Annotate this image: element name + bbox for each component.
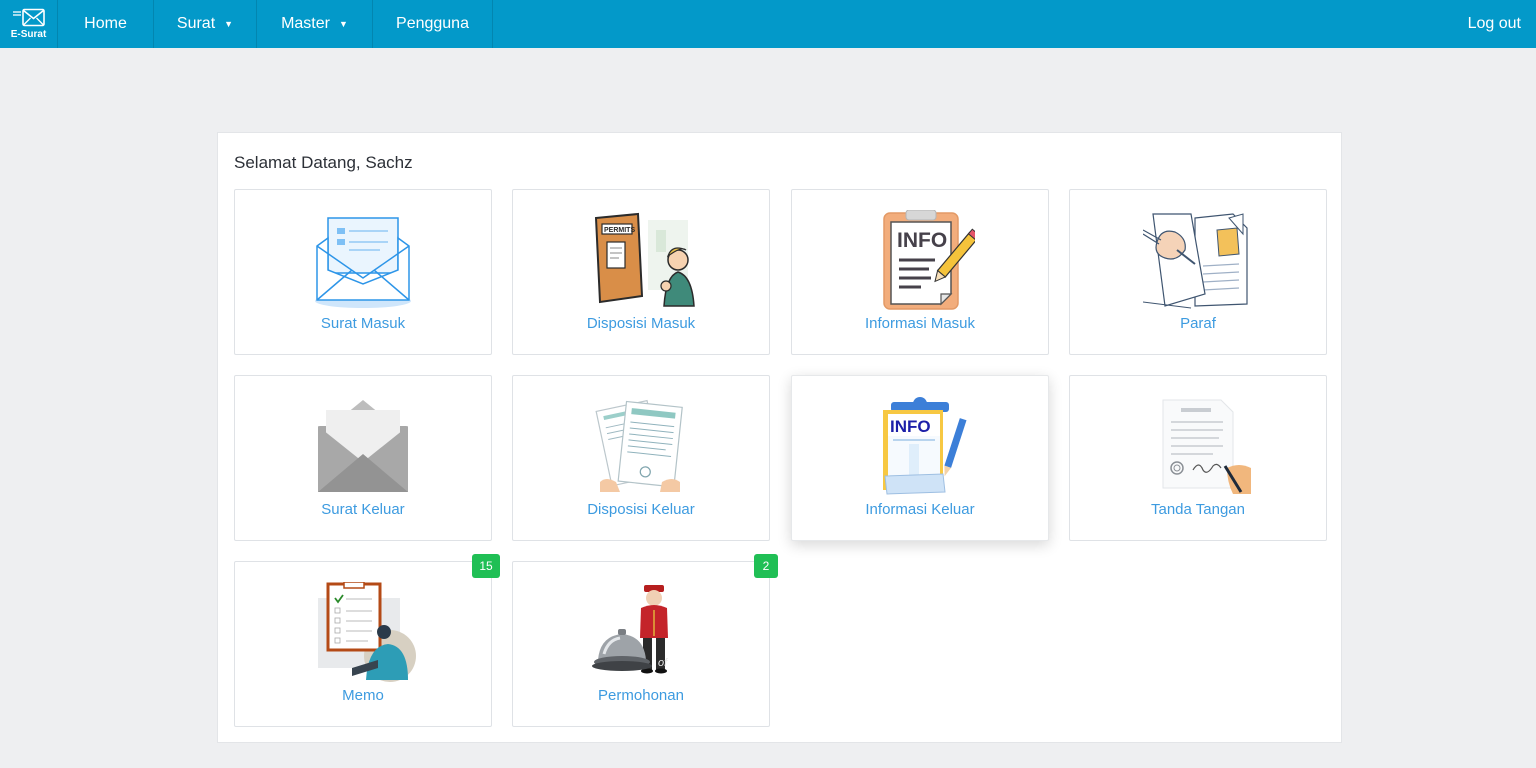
dashboard-panel: Selamat Datang, Sachz Surat Masuk PERMIT… (217, 132, 1342, 743)
card-label: Tanda Tangan (1151, 501, 1245, 518)
memo-count-badge: 15 (472, 554, 500, 578)
card-permohonan[interactable]: of Permohonan 2 (512, 554, 778, 727)
card-label: Surat Masuk (320, 315, 406, 332)
card-surat-keluar[interactable]: Surat Keluar (234, 375, 492, 541)
nav-master-dropdown[interactable]: Master ▼ (257, 0, 373, 48)
documents-stack-icon (586, 396, 696, 496)
card-label: Memo (342, 687, 384, 704)
caret-down-icon: ▼ (338, 19, 348, 29)
card-tanda-tangan[interactable]: Tanda Tangan (1069, 375, 1327, 541)
card-surat-masuk[interactable]: Surat Masuk (234, 189, 492, 355)
paraf-documents-icon (1143, 210, 1253, 310)
info-board-icon: INFO (865, 396, 975, 496)
signature-document-icon (1143, 396, 1253, 496)
card-label: Disposisi Keluar (587, 501, 695, 518)
memo-checklist-icon (308, 582, 418, 682)
welcome-message: Selamat Datang, Sachz (234, 153, 413, 172)
card-label: Disposisi Masuk (586, 315, 696, 332)
brand-logo[interactable]: E-Surat (0, 0, 58, 48)
card-label: Permohonan (598, 687, 684, 704)
nav-pengguna-label: Pengguna (396, 15, 469, 32)
card-informasi-masuk[interactable]: INFO Informasi Masuk (791, 189, 1049, 355)
info-text: INFO (890, 417, 931, 436)
svg-text:PERMITS: PERMITS (604, 227, 635, 234)
mail-logo-icon (12, 8, 45, 27)
info-text: INFO (897, 229, 947, 252)
nav-home-label: Home (84, 15, 127, 32)
card-informasi-keluar[interactable]: INFO Informasi Keluar (791, 375, 1049, 541)
inbox-envelope-icon (308, 210, 418, 310)
navbar: E-Surat Home Surat ▼ Master ▼ Pengguna L… (0, 0, 1536, 48)
card-label: Surat Keluar (321, 501, 405, 518)
card-disposisi-masuk[interactable]: PERMITS Disposisi Masuk (512, 189, 770, 355)
nav-pengguna[interactable]: Pengguna (373, 0, 493, 48)
card-disposisi-keluar[interactable]: Disposisi Keluar (512, 375, 770, 541)
info-clipboard-icon: INFO (865, 210, 975, 310)
nav-surat-dropdown[interactable]: Surat ▼ (154, 0, 257, 48)
permit-board-icon: PERMITS (586, 210, 696, 310)
card-label: Paraf (1180, 315, 1216, 332)
service-bell-icon: of (586, 582, 696, 682)
card-memo[interactable]: Memo 15 (234, 554, 500, 727)
card-paraf[interactable]: Paraf (1069, 189, 1327, 355)
outbox-envelope-icon (308, 396, 418, 496)
caret-down-icon: ▼ (224, 19, 234, 29)
svg-text:of: of (658, 657, 668, 669)
card-label: Informasi Masuk (864, 315, 976, 332)
brand-name: E-Surat (10, 29, 47, 40)
nav-home[interactable]: Home (58, 0, 154, 48)
nav-surat-label: Surat (176, 15, 216, 32)
permohonan-count-badge: 2 (754, 554, 778, 578)
logout-link[interactable]: Log out (1468, 0, 1521, 48)
card-label: Informasi Keluar (865, 501, 975, 518)
nav-master-label: Master (281, 15, 330, 32)
